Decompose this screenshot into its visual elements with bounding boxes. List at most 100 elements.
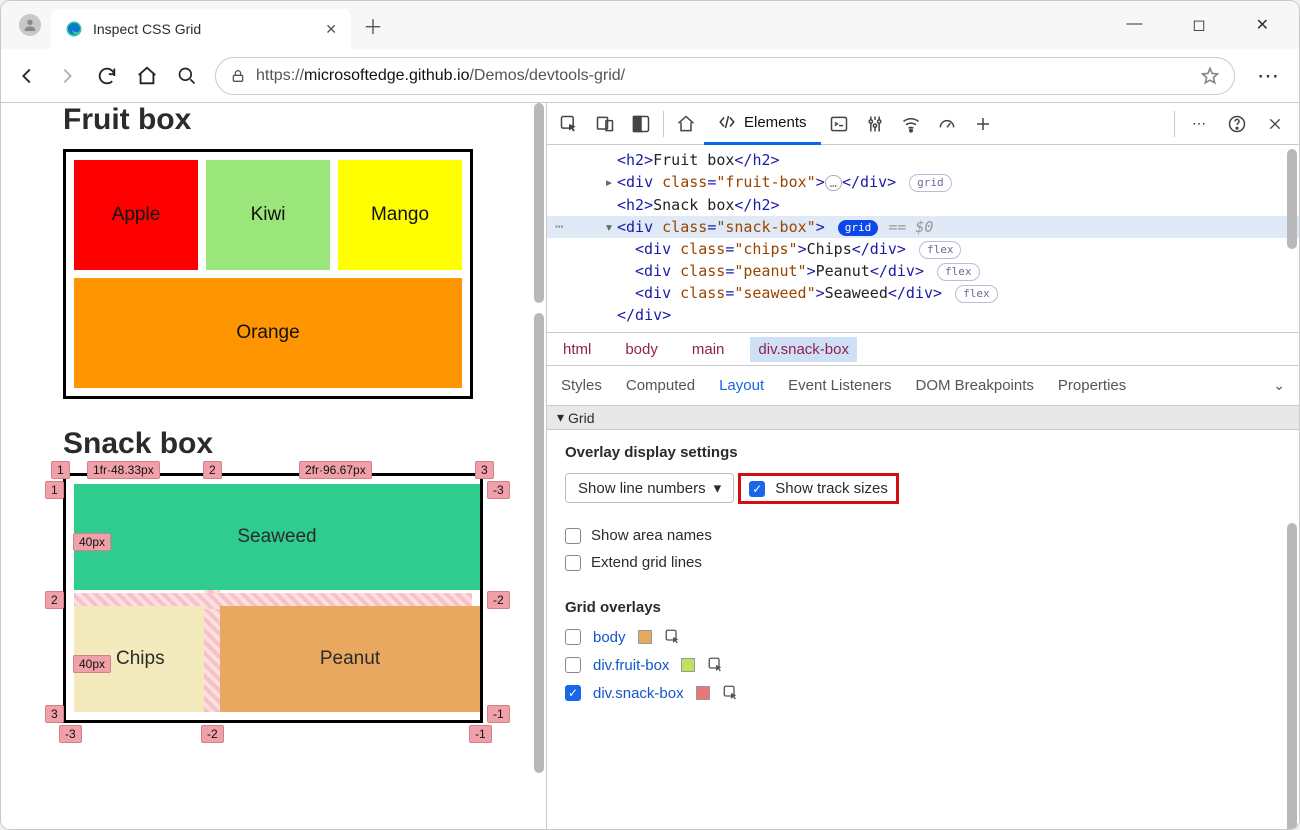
checkbox-overlay-body[interactable]	[565, 629, 581, 645]
overlay-label-body[interactable]: body	[593, 629, 626, 646]
minimize-button[interactable]: —	[1116, 9, 1152, 41]
profile-icon[interactable]	[19, 14, 41, 36]
flex-badge[interactable]: flex	[955, 285, 998, 303]
styles-subtabs: Styles Computed Layout Event Listeners D…	[547, 366, 1299, 406]
more-tools-icon[interactable]: ⋯	[1181, 103, 1217, 145]
checkbox-overlay-fruit[interactable]	[565, 657, 581, 673]
crumb-body[interactable]: body	[617, 337, 666, 362]
refresh-button[interactable]	[95, 64, 119, 88]
inspect-icon[interactable]	[551, 103, 587, 145]
forward-button[interactable]	[55, 64, 79, 88]
elements-tab-label: Elements	[744, 114, 807, 131]
grid-overlays-heading: Grid overlays	[565, 599, 1281, 616]
new-tab-button[interactable]: ＋	[363, 11, 383, 40]
toolbar: https://microsoftedge.github.io/Demos/de…	[1, 49, 1299, 103]
reveal-icon[interactable]	[722, 684, 740, 702]
add-tab-icon[interactable]	[965, 103, 1001, 145]
fruit-cell-mango: Mango	[338, 160, 462, 270]
snack-box-grid: Seaweed Chips Peanut	[63, 473, 483, 723]
close-devtools-icon[interactable]	[1257, 103, 1293, 145]
checkbox-track-sizes[interactable]	[749, 481, 765, 497]
subtab-props[interactable]: Properties	[1058, 377, 1126, 394]
maximize-button[interactable]: ◻	[1182, 9, 1215, 41]
color-swatch[interactable]	[681, 658, 695, 672]
fruit-cell-orange: Orange	[74, 278, 462, 388]
browser-tab[interactable]: Inspect CSS Grid ✕	[51, 9, 351, 49]
overlay-label-fruit[interactable]: div.fruit-box	[593, 657, 669, 674]
dom-row[interactable]: <h2>Fruit box</h2>	[547, 149, 1299, 171]
close-tab-icon[interactable]: ✕	[325, 21, 337, 38]
color-swatch[interactable]	[638, 630, 652, 644]
devtools-toolbar: Elements ⋯	[547, 103, 1299, 145]
subtab-dombp[interactable]: DOM Breakpoints	[916, 377, 1034, 394]
dom-tree[interactable]: <h2>Fruit box</h2> ▸<div class="fruit-bo…	[547, 145, 1299, 332]
home-button[interactable]	[135, 64, 159, 88]
sources-tab-icon[interactable]	[857, 103, 893, 145]
dom-row[interactable]: </div>	[547, 304, 1299, 326]
dom-scrollbar[interactable]	[1285, 149, 1299, 309]
checkbox-overlay-snack[interactable]	[565, 685, 581, 701]
performance-tab-icon[interactable]	[929, 103, 965, 145]
grid-col-line-neg2: -2	[201, 725, 224, 743]
edge-icon	[65, 20, 83, 38]
chevron-down-icon[interactable]: ⌄	[1273, 377, 1285, 394]
favorite-icon[interactable]	[1200, 66, 1220, 86]
page-scrollbar[interactable]	[532, 103, 546, 829]
dom-row[interactable]: <div class="peanut">Peanut</div> flex	[547, 260, 1299, 282]
color-swatch[interactable]	[696, 686, 710, 700]
browser-window: Inspect CSS Grid ✕ ＋ — ◻ ✕ https://micro…	[0, 0, 1300, 830]
dom-row[interactable]: ▸<div class="fruit-box">…</div> grid	[547, 171, 1299, 194]
crumb-html[interactable]: html	[555, 337, 599, 362]
grid-col-line-3: 3	[475, 461, 494, 479]
layout-scrollbar[interactable]	[1285, 519, 1299, 829]
fruit-cell-kiwi: Kiwi	[206, 160, 330, 270]
dom-row[interactable]: <h2>Snack box</h2>	[547, 194, 1299, 216]
crumb-main[interactable]: main	[684, 337, 733, 362]
grid-col-line-1: 1	[51, 461, 70, 479]
lock-icon	[230, 68, 246, 84]
grid-row-line-3: 3	[45, 705, 64, 723]
subtab-computed[interactable]: Computed	[626, 377, 695, 394]
breadcrumb: html body main div.snack-box	[547, 332, 1299, 366]
label-track-sizes: Show track sizes	[775, 480, 888, 497]
device-icon[interactable]	[587, 103, 623, 145]
console-tab-icon[interactable]	[821, 103, 857, 145]
help-icon[interactable]	[1219, 103, 1255, 145]
dom-row-selected[interactable]: ⋯ ▾<div class="snack-box"> grid== $0	[547, 216, 1299, 238]
back-button[interactable]	[15, 64, 39, 88]
network-tab-icon[interactable]	[893, 103, 929, 145]
grid-col-line-neg1: -1	[469, 725, 492, 743]
welcome-tab-icon[interactable]	[668, 103, 704, 145]
flex-badge[interactable]: flex	[937, 263, 980, 281]
grid-row-line-2: 2	[45, 591, 64, 609]
checkbox-area-names[interactable]	[565, 528, 581, 544]
grid-badge-active[interactable]: grid	[838, 220, 879, 236]
grid-col-track-2: 2fr·96.67px	[299, 461, 372, 479]
subtab-listeners[interactable]: Event Listeners	[788, 377, 891, 394]
label-area-names: Show area names	[591, 527, 712, 544]
checkbox-extend-lines[interactable]	[565, 555, 581, 571]
search-icon[interactable]	[175, 64, 199, 88]
dom-row[interactable]: <div class="chips">Chips</div> flex	[547, 238, 1299, 260]
grid-section-header[interactable]: ▾Grid	[547, 406, 1299, 430]
close-window-button[interactable]: ✕	[1246, 9, 1279, 41]
subtab-layout[interactable]: Layout	[719, 377, 764, 394]
fruit-box-grid: Apple Kiwi Mango Orange	[63, 149, 473, 399]
grid-badge[interactable]: grid	[909, 174, 952, 192]
grid-row-line-neg2: -2	[487, 591, 510, 609]
snack-box-wrapper: Seaweed Chips Peanut 1 2 3 1fr·48.33px 2…	[63, 473, 534, 723]
dom-row[interactable]: <div class="seaweed">Seaweed</div> flex	[547, 282, 1299, 304]
flex-badge[interactable]: flex	[919, 241, 962, 259]
elements-tab[interactable]: Elements	[704, 103, 821, 145]
reveal-icon[interactable]	[707, 656, 725, 674]
crumb-snackbox[interactable]: div.snack-box	[750, 337, 857, 362]
settings-more-icon[interactable]: ⋯	[1251, 63, 1285, 89]
overlay-label-snack[interactable]: div.snack-box	[593, 685, 684, 702]
reveal-icon[interactable]	[664, 628, 682, 646]
page-viewport: Fruit box Apple Kiwi Mango Orange Snack …	[1, 103, 546, 829]
address-bar[interactable]: https://microsoftedge.github.io/Demos/de…	[215, 57, 1235, 95]
highlighted-option: Show track sizes	[738, 473, 899, 504]
dock-icon[interactable]	[623, 103, 659, 145]
line-numbers-dropdown[interactable]: Show line numbers▾	[565, 473, 734, 503]
subtab-styles[interactable]: Styles	[561, 377, 602, 394]
